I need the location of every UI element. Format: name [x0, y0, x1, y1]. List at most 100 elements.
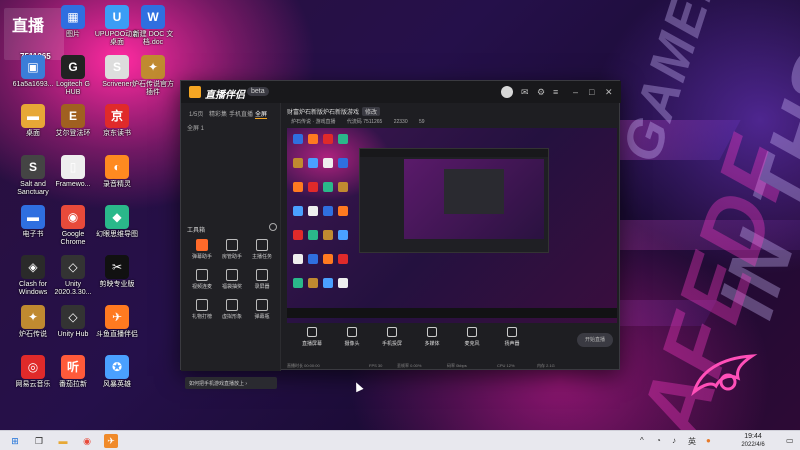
toolbox-item[interactable]: 房管助手	[217, 239, 247, 260]
source-button[interactable]: 直播屏幕	[297, 327, 327, 347]
network-icon[interactable]: ◔	[656, 436, 661, 445]
preview-icon	[308, 230, 318, 240]
app-logo-icon	[189, 86, 201, 98]
desktop-icon-label: Framewo...	[55, 181, 91, 188]
desktop-icon[interactable]: ✦ 炉石传说官方插件	[130, 55, 176, 97]
help-banner[interactable]: 如何把手机游戏直播放上 ›	[185, 377, 277, 389]
tray-app-icon[interactable]: ●	[706, 436, 711, 445]
desktop-icon[interactable]: 听番茄拉新	[50, 355, 96, 389]
toolbox-item[interactable]: 福袋抽奖	[217, 269, 247, 290]
desktop-app-icon: S	[21, 155, 45, 179]
desktop-icon[interactable]: ▦ 图片	[50, 5, 96, 39]
desktop-app-icon: ✦	[21, 305, 45, 329]
start-icon[interactable]: ⊞	[8, 434, 22, 448]
desktop-app-icon: ▬	[21, 104, 45, 128]
preview-icon	[293, 278, 303, 288]
nested-app-preview	[359, 148, 549, 253]
desktop-app-icon: 听	[61, 355, 85, 379]
desktop-icon[interactable]: E 艾尔登法环	[50, 104, 96, 138]
desktop-icon-label: Unity 2020.3.30...	[54, 281, 92, 296]
source-button[interactable]: 麦克风	[457, 327, 487, 347]
desktop-icon[interactable]: 京京东读书	[94, 104, 140, 138]
tool-icon	[196, 239, 208, 251]
desktop-icon[interactable]: ◆ 幻眼思维导图	[94, 205, 140, 239]
desktop-app-icon: S	[105, 55, 129, 79]
scene-row[interactable]: 全屏 1	[187, 123, 204, 132]
toolbox-item[interactable]: 弹幕瓶	[247, 299, 277, 320]
volume-icon[interactable]: ♪	[672, 436, 676, 445]
source-toolbar: 直播屏幕 摄像头 手机投屏 多媒体 麦克风 扬声器 开始直播	[287, 327, 617, 357]
desktop-app-icon: ◎	[21, 355, 45, 379]
preview-icon	[293, 134, 303, 144]
message-icon[interactable]: ✉	[521, 87, 529, 97]
toolbox-item[interactable]: 主播任务	[247, 239, 277, 260]
sidebar-tab[interactable]: 1/5页	[189, 109, 203, 118]
preview-icon	[293, 206, 303, 216]
menu-icon[interactable]: ≡	[553, 87, 558, 97]
desktop-icon[interactable]: ✈ 斗鱼直播伴侣	[94, 305, 140, 339]
toolbox-item[interactable]: 录屏器	[247, 269, 277, 290]
toolbox-item[interactable]: 弹幕助手	[187, 239, 217, 260]
preview-icon	[323, 206, 333, 216]
badge-title: 直播	[12, 18, 45, 35]
input-method-icon[interactable]: 英	[688, 436, 696, 447]
sidebar-tab[interactable]: 精彩集	[209, 109, 227, 118]
tray-chevron-icon[interactable]: ^	[640, 436, 644, 445]
desktop-icon[interactable]: G Logitech G HUB	[50, 55, 96, 97]
minimize-icon[interactable]: –	[573, 87, 578, 97]
desktop-icon[interactable]: ✪ 风暴英雄	[94, 355, 140, 389]
settings-icon[interactable]: ⚙	[537, 87, 545, 97]
source-button[interactable]: 摄像头	[337, 327, 367, 347]
toolbox-title: 工具箱	[187, 228, 206, 234]
source-button[interactable]: 扬声器	[497, 327, 527, 347]
nested-preview	[404, 159, 544, 239]
clock-date: 2022/4/6	[741, 442, 765, 448]
preview-icon	[308, 182, 318, 192]
rog-logo-icon	[691, 354, 758, 397]
status-cpu: CPU 12%	[497, 363, 515, 368]
edit-title-button[interactable]: 修改	[362, 107, 381, 116]
clock[interactable]: 19:44 2022/4/6	[728, 432, 778, 449]
desktop-icon[interactable]: ◇ Unity Hub	[50, 305, 96, 339]
desktop-icon[interactable]: ◇ Unity 2020.3.30...	[50, 255, 96, 297]
status-drop: 丢帧率 0.00%	[397, 363, 422, 368]
live-companion-window[interactable]: 直播伴侣 beta ✉ ⚙ ≡ – □ ✕ 1/5页 精彩集 手机直播 全屏 全…	[180, 80, 621, 389]
source-label: 直播屏幕	[301, 341, 322, 347]
user-avatar[interactable]	[501, 86, 513, 98]
source-icon	[307, 327, 317, 337]
desktop-icon[interactable]: W 新建 DOC 文档.doc	[130, 5, 176, 47]
source-button[interactable]: 多媒体	[417, 327, 447, 347]
stream-preview[interactable]	[287, 128, 617, 323]
source-icon	[427, 327, 437, 337]
preview-icon	[308, 134, 318, 144]
preview-icon	[338, 278, 348, 288]
toolbox-item[interactable]: 礼物打榜	[187, 299, 217, 320]
task-view-icon[interactable]: ❐	[32, 434, 46, 448]
source-button[interactable]: 手机投屏	[377, 327, 407, 347]
desktop-icon[interactable]: ▯ Framewo...	[50, 155, 96, 189]
file-explorer-icon[interactable]: ▬	[56, 434, 70, 448]
live-companion-taskbar-icon[interactable]: ✈	[104, 434, 118, 448]
toolbox-item[interactable]: 视频连麦	[187, 269, 217, 290]
desktop-app-icon: ◇	[61, 305, 85, 329]
toolbox-item[interactable]: 虚拟形象	[217, 299, 247, 320]
close-icon[interactable]: ✕	[605, 87, 613, 97]
maximize-icon[interactable]: □	[589, 87, 594, 97]
preview-icon	[293, 230, 303, 240]
start-live-button[interactable]: 开始直播	[577, 333, 613, 347]
notification-icon[interactable]: ▭	[786, 436, 794, 445]
desktop-icon[interactable]: ◐ 录音精灵	[94, 155, 140, 189]
toolbox-settings-icon[interactable]	[269, 223, 277, 231]
preview-icon	[308, 278, 318, 288]
chrome-icon[interactable]: ◉	[80, 434, 94, 448]
stream-category[interactable]: 炉石传说 · 游戏直播	[291, 119, 335, 125]
desktop-icon[interactable]: ✂ 剪映专业版	[94, 255, 140, 289]
desktop-icon[interactable]: ◉ Google Chrome	[50, 205, 96, 247]
source-label: 摄像头	[344, 341, 360, 347]
status-bar: 直播时长 00:00:00 FPS 30 丢帧率 0.00% 码率 0kbps …	[287, 361, 617, 371]
desktop-app-icon: ✈	[105, 305, 129, 329]
sidebar-tab[interactable]: 手机直播	[229, 109, 253, 118]
window-titlebar[interactable]: 直播伴侣 beta ✉ ⚙ ≡ – □ ✕	[181, 81, 621, 103]
preview-icon	[323, 134, 333, 144]
sidebar-tab-active[interactable]: 全屏	[255, 109, 268, 119]
